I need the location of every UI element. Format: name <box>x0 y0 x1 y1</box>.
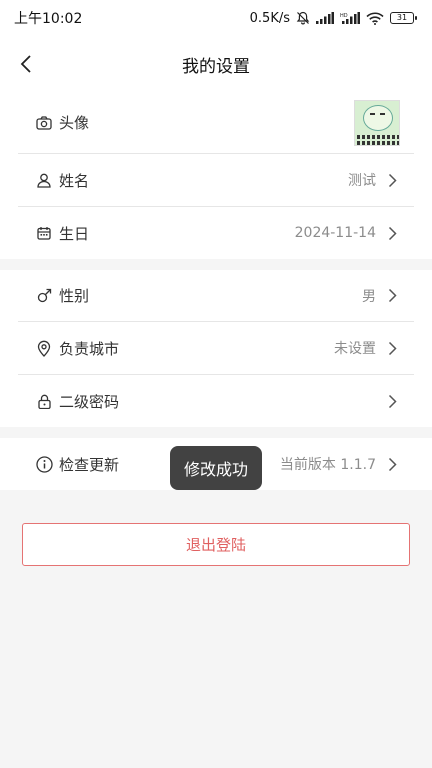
settings-row-birthday[interactable]: 生日 2024-11-14 <box>18 207 414 259</box>
settings-row-value: 男 <box>362 288 376 305</box>
chevron-right-icon <box>384 393 400 409</box>
signal-icon <box>316 12 334 24</box>
avatar[interactable] <box>354 99 400 146</box>
user-icon <box>35 171 53 189</box>
chevron-right-icon <box>384 225 400 241</box>
avatar-caption-line1 <box>357 134 399 139</box>
camera-icon <box>35 114 53 132</box>
location-pin-icon <box>35 339 53 357</box>
mute-bell-icon <box>296 11 310 25</box>
settings-group-profile: 头像 姓名 测试 生日 2024-11-14 <box>0 92 432 259</box>
chevron-left-icon <box>20 55 31 73</box>
settings-row-value: 未设置 <box>334 341 376 357</box>
settings-row-avatar[interactable]: 头像 <box>18 92 414 154</box>
status-bar: 上午10:02 0.5K/s HD 31 <box>0 0 432 36</box>
calendar-icon <box>35 224 53 242</box>
settings-group-account: 性别 男 负责城市 未设置 二级密码 <box>0 270 432 427</box>
lock-icon <box>35 392 53 410</box>
header: 我的设置 <box>0 36 432 92</box>
toast-message: 修改成功 <box>170 446 262 490</box>
settings-row-value: 测试 <box>348 173 376 189</box>
settings-row-value: 当前版本 1.1.7 <box>279 457 376 473</box>
settings-row-city[interactable]: 负责城市 未设置 <box>18 322 414 375</box>
chevron-right-icon <box>384 288 400 304</box>
status-time: 上午10:02 <box>14 11 83 27</box>
avatar-caption-line2 <box>357 140 399 145</box>
settings-row-label: 二级密码 <box>59 392 120 411</box>
hd-signal-icon: HD <box>340 12 360 24</box>
info-icon <box>35 455 53 473</box>
status-icons: 0.5K/s HD 31 <box>249 10 417 26</box>
net-speed: 0.5K/s <box>249 10 290 26</box>
back-button[interactable] <box>12 50 40 78</box>
settings-row-value: 2024-11-14 <box>294 225 376 241</box>
settings-row-label: 检查更新 <box>59 455 120 474</box>
settings-row-label: 性别 <box>59 287 90 305</box>
settings-row-label: 生日 <box>59 224 90 243</box>
wifi-icon <box>366 12 384 25</box>
settings-row-secondary-password[interactable]: 二级密码 <box>18 375 414 427</box>
chevron-right-icon <box>384 172 400 188</box>
settings-row-label: 姓名 <box>59 171 90 190</box>
logout-button[interactable]: 退出登陆 <box>22 523 410 566</box>
page-title: 我的设置 <box>182 56 250 77</box>
male-icon <box>35 287 53 305</box>
settings-row-label: 头像 <box>59 114 90 132</box>
chevron-right-icon <box>384 340 400 356</box>
chevron-right-icon <box>384 456 400 472</box>
svg-text:HD: HD <box>340 13 348 19</box>
settings-row-label: 负责城市 <box>59 339 120 358</box>
settings-row-name[interactable]: 姓名 测试 <box>18 154 414 207</box>
settings-row-gender[interactable]: 性别 男 <box>18 270 414 322</box>
battery-icon: 31 <box>390 12 417 24</box>
